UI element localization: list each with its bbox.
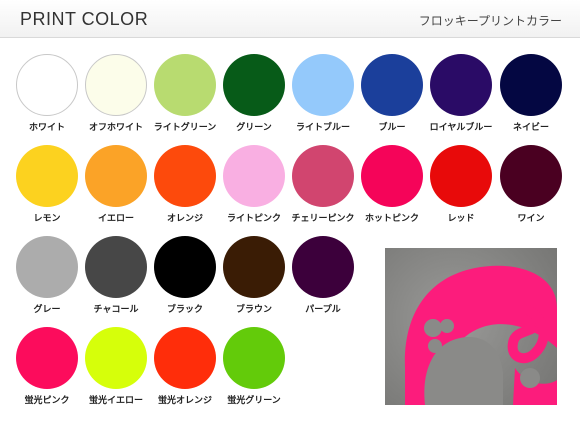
- color-swatch: ネイビー: [491, 54, 571, 138]
- swatch-circle: [85, 327, 147, 389]
- swatch-label: ネイビー: [512, 123, 549, 133]
- swatch-circle: [154, 145, 216, 207]
- swatch-circle: [154, 236, 216, 298]
- swatch-circle: [16, 145, 78, 207]
- swatch-circle: [430, 145, 492, 207]
- swatch-circle: [292, 145, 354, 207]
- swatch-circle: [16, 327, 78, 389]
- swatch-circle: [223, 327, 285, 389]
- swatch-circle: [85, 145, 147, 207]
- swatch-label: パープル: [305, 305, 341, 315]
- swatch-label: 蛍光グリーン: [227, 396, 281, 406]
- swatch-circle: [500, 145, 562, 207]
- swatch-circle: [292, 236, 354, 298]
- swatch-circle: [85, 54, 147, 116]
- swatch-circle: [500, 54, 562, 116]
- swatch-label: ワイン: [517, 214, 545, 224]
- swatch-circle: [292, 54, 354, 116]
- swatch-circle: [85, 236, 147, 298]
- swatch-circle: [223, 236, 285, 298]
- swatch-circle: [361, 145, 423, 207]
- color-swatch: パープル: [283, 236, 363, 320]
- color-swatch: ワイン: [491, 145, 571, 229]
- swatch-circle: [430, 54, 492, 116]
- swatch-circle: [16, 54, 78, 116]
- swatch-circle: [154, 327, 216, 389]
- swatch-circle: [16, 236, 78, 298]
- swatch-circle: [154, 54, 216, 116]
- color-swatch: 蛍光グリーン: [214, 327, 294, 411]
- flock-print-sample-photo: [385, 248, 557, 405]
- swatch-circle: [223, 145, 285, 207]
- swatch-circle: [361, 54, 423, 116]
- swatch-circle: [223, 54, 285, 116]
- flock-print-sample-graphic: [404, 265, 557, 405]
